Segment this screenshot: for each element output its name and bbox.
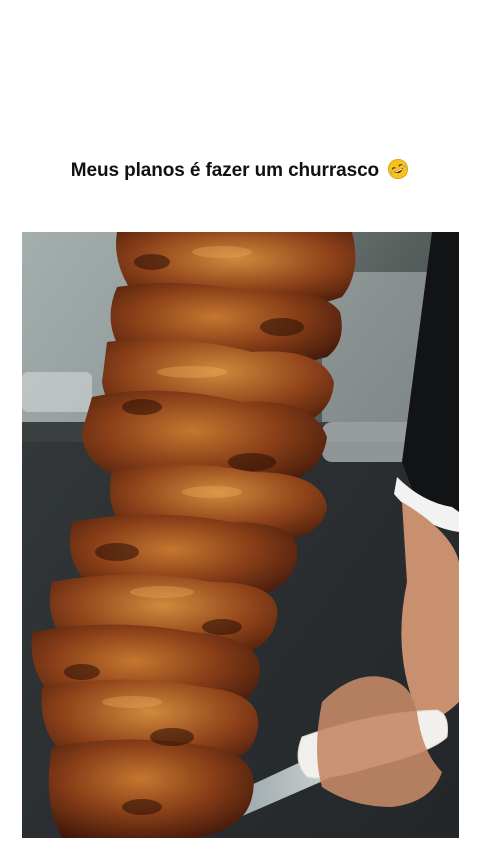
post-photo[interactable] [22, 232, 459, 838]
churrasco-photo-illustration [22, 232, 459, 838]
caption-text: Meus planos é fazer um churrasco [70, 160, 380, 181]
post-caption: Meus planos é fazer um churrasco [0, 158, 480, 182]
rolling-laughing-emoji-icon [388, 158, 409, 180]
